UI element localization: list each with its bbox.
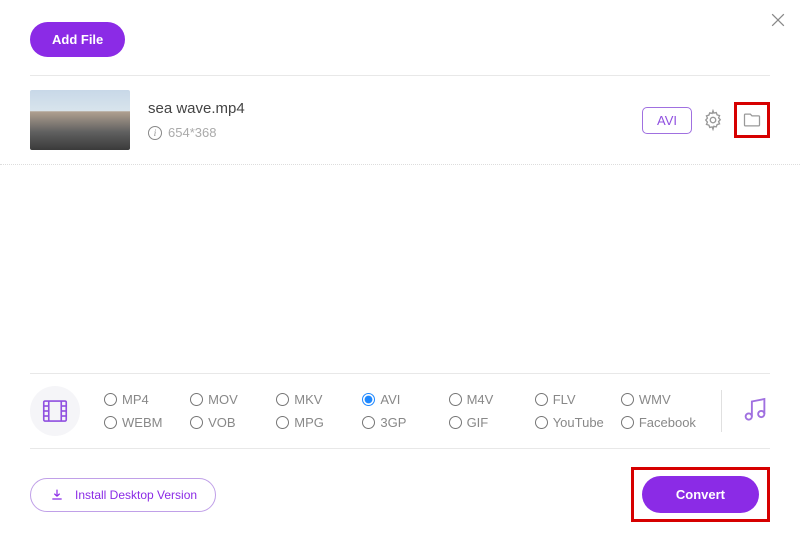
format-label: MOV (208, 392, 238, 407)
format-badge[interactable]: AVI (642, 107, 692, 134)
video-thumbnail[interactable] (30, 90, 130, 150)
format-label: M4V (467, 392, 494, 407)
format-radio[interactable] (104, 416, 117, 429)
format-radio[interactable] (190, 416, 203, 429)
format-option-flv[interactable]: FLV (535, 392, 617, 407)
film-icon (40, 396, 70, 426)
format-label: GIF (467, 415, 489, 430)
format-radio[interactable] (190, 393, 203, 406)
format-option-wmv[interactable]: WMV (621, 392, 703, 407)
format-label: FLV (553, 392, 576, 407)
settings-button[interactable] (702, 109, 724, 131)
format-option-mpg[interactable]: MPG (276, 415, 358, 430)
format-panel: MP4 MOV MKV AVI M4V FLV WMV WEBM VOB MPG 3GP GIF You… (30, 373, 770, 449)
file-resolution: 654*368 (168, 125, 216, 140)
folder-highlight (734, 102, 770, 138)
file-info: sea wave.mp4 i 654*368 (148, 100, 642, 140)
close-button[interactable] (768, 10, 788, 35)
format-option-3gp[interactable]: 3GP (362, 415, 444, 430)
download-icon (49, 487, 65, 503)
format-radio[interactable] (362, 416, 375, 429)
format-label: WMV (639, 392, 671, 407)
format-radio[interactable] (535, 416, 548, 429)
format-label: YouTube (553, 415, 604, 430)
format-label: MKV (294, 392, 322, 407)
format-radio[interactable] (362, 393, 375, 406)
file-row: sea wave.mp4 i 654*368 AVI (0, 76, 800, 165)
format-option-vob[interactable]: VOB (190, 415, 272, 430)
info-icon[interactable]: i (148, 126, 162, 140)
panel-divider (721, 390, 722, 432)
format-option-gif[interactable]: GIF (449, 415, 531, 430)
format-option-avi[interactable]: AVI (362, 392, 444, 407)
format-radio[interactable] (621, 393, 634, 406)
audio-tab[interactable] (740, 394, 770, 429)
format-option-facebook[interactable]: Facebook (621, 415, 703, 430)
format-option-mp4[interactable]: MP4 (104, 392, 186, 407)
format-label: 3GP (380, 415, 406, 430)
format-label: MP4 (122, 392, 149, 407)
format-radio[interactable] (104, 393, 117, 406)
format-label: WEBM (122, 415, 162, 430)
header: Add File (0, 0, 800, 75)
convert-highlight: Convert (631, 467, 770, 522)
format-option-youtube[interactable]: YouTube (535, 415, 617, 430)
format-option-m4v[interactable]: M4V (449, 392, 531, 407)
format-option-webm[interactable]: WEBM (104, 415, 186, 430)
folder-button[interactable] (740, 108, 764, 132)
format-radio[interactable] (449, 393, 462, 406)
format-label: AVI (380, 392, 400, 407)
format-radio[interactable] (276, 393, 289, 406)
install-desktop-button[interactable]: Install Desktop Version (30, 478, 216, 512)
file-name: sea wave.mp4 (148, 100, 642, 117)
add-file-button[interactable]: Add File (30, 22, 125, 57)
format-radio[interactable] (535, 393, 548, 406)
music-icon (740, 394, 770, 424)
format-label: MPG (294, 415, 324, 430)
close-icon (768, 10, 788, 30)
formats-grid: MP4 MOV MKV AVI M4V FLV WMV WEBM VOB MPG 3GP GIF You… (104, 392, 703, 430)
format-option-mov[interactable]: MOV (190, 392, 272, 407)
format-radio[interactable] (276, 416, 289, 429)
footer: Install Desktop Version Convert (0, 449, 800, 544)
install-label: Install Desktop Version (75, 488, 197, 502)
gear-icon (702, 109, 724, 131)
format-radio[interactable] (449, 416, 462, 429)
convert-button[interactable]: Convert (642, 476, 759, 513)
format-label: Facebook (639, 415, 696, 430)
video-tab[interactable] (30, 386, 80, 436)
format-label: VOB (208, 415, 235, 430)
format-option-mkv[interactable]: MKV (276, 392, 358, 407)
format-radio[interactable] (621, 416, 634, 429)
folder-icon (742, 110, 762, 130)
